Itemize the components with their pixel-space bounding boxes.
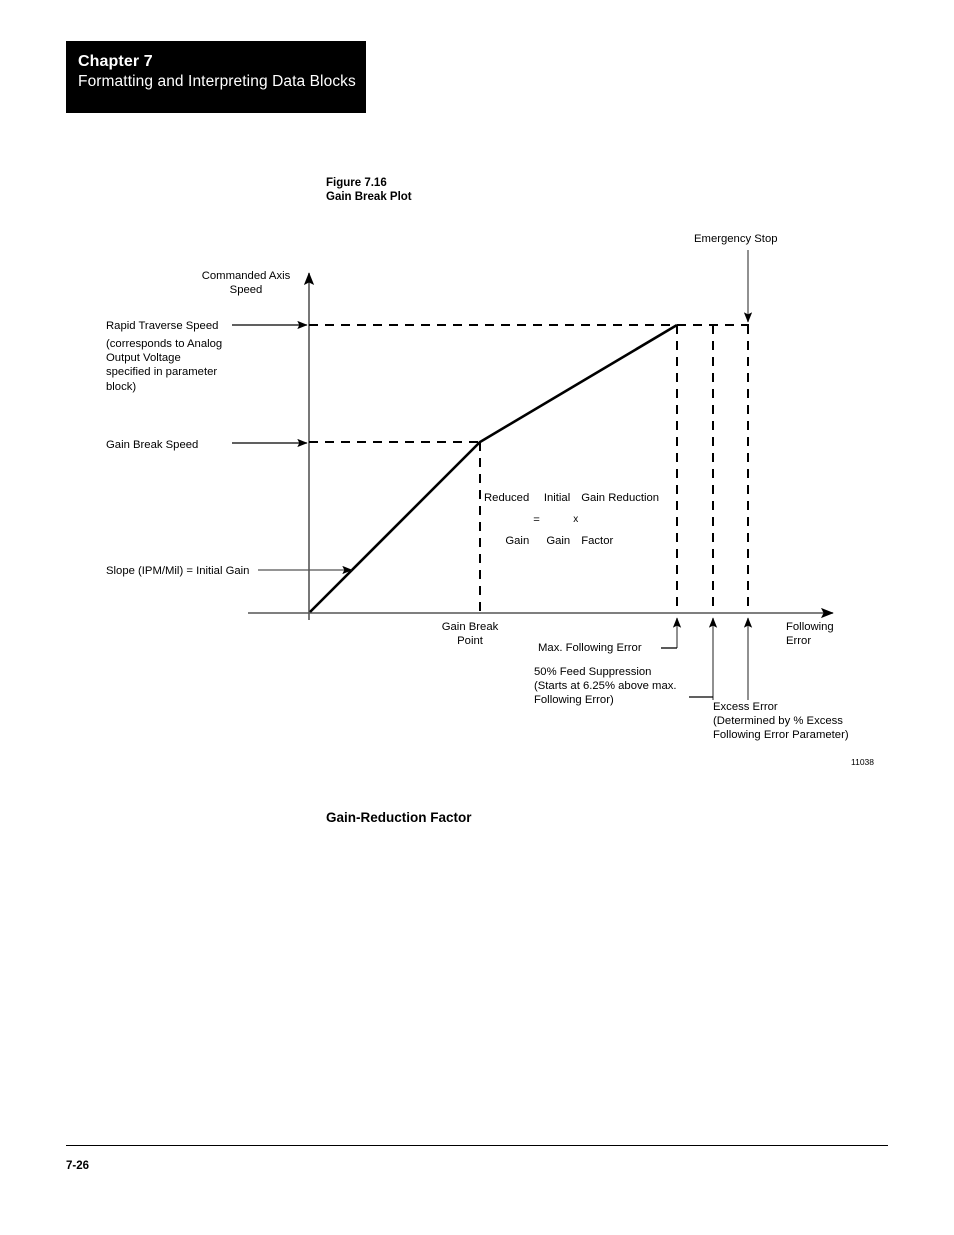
- max-following-error-label: Max. Following Error: [538, 642, 642, 654]
- feed-suppression-label: 50% Feed Suppression (Starts at 6.25% ab…: [534, 666, 677, 707]
- figure-number: Figure 7.16: [326, 177, 387, 189]
- equation-rhs1-line1: Initial: [543, 492, 571, 505]
- emergency-stop-label: Emergency Stop: [694, 233, 778, 245]
- figure-caption: Figure 7.16 Gain Break Plot: [326, 176, 412, 204]
- figure-title: Gain Break Plot: [326, 191, 412, 203]
- chapter-header: Chapter 7 Formatting and Interpreting Da…: [66, 41, 366, 113]
- equation-rhs-first: Initial Gain: [544, 463, 570, 577]
- footer-divider: [66, 1145, 888, 1146]
- chapter-title: Formatting and Interpreting Data Blocks: [78, 73, 356, 90]
- section-heading: Gain-Reduction Factor: [326, 810, 472, 825]
- equation-lhs-line2: Gain: [505, 535, 530, 548]
- equation-rhs1-line2: Gain: [546, 535, 571, 548]
- equation-rhs-second: Gain Reduction Factor: [581, 463, 659, 577]
- rapid-traverse-speed-label: Rapid Traverse Speed: [106, 320, 219, 332]
- figure-id: 11038: [851, 757, 875, 767]
- chapter-number: Chapter 7: [78, 53, 153, 70]
- equation-equals-sign: =: [533, 513, 540, 526]
- equation-lhs: Reduced Gain: [484, 463, 529, 577]
- gain-break-plot-diagram: [0, 0, 954, 790]
- excess-error-label: Excess Error (Determined by % Excess Fol…: [713, 701, 849, 742]
- page-number: 7-26: [66, 1160, 90, 1172]
- equation-rhs2-line1: Gain Reduction: [581, 492, 660, 505]
- x-axis-label: Following Error: [786, 621, 834, 648]
- gain-break-speed-label: Gain Break Speed: [106, 439, 199, 451]
- rapid-traverse-note: (corresponds to Analog Output Voltage sp…: [106, 338, 223, 393]
- slope-label: Slope (IPM/Mil) = Initial Gain: [106, 565, 250, 577]
- gain-break-point-label: Gain Break Point: [441, 621, 499, 648]
- equation-rhs2-line2: Factor: [581, 535, 614, 548]
- equation-times-sign: x: [573, 513, 579, 525]
- y-axis-label: Commanded Axis Speed: [201, 270, 291, 297]
- reduced-gain-equation: Reduced Gain = Initial Gain x Gain Reduc…: [484, 463, 659, 577]
- equation-lhs-line1: Reduced: [484, 492, 530, 505]
